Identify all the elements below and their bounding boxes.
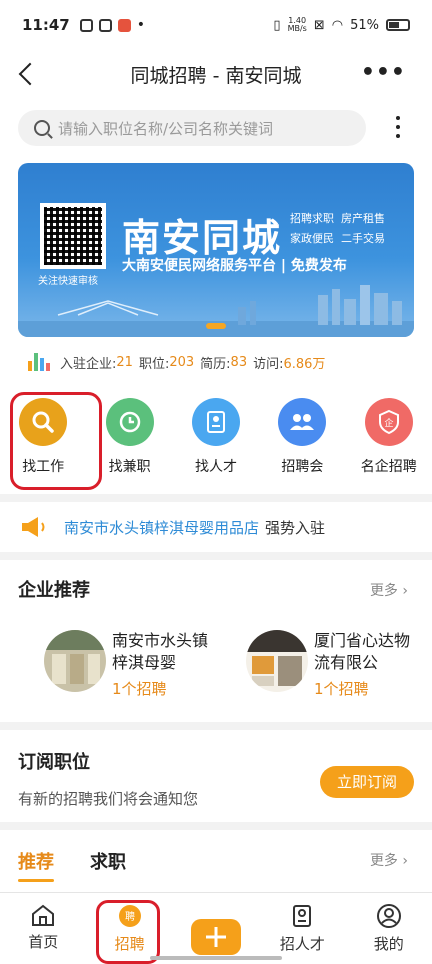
banner-subtitle: 大南安便民网络服务平台 | 免费发布: [122, 258, 347, 274]
sim-icon: ⊠: [313, 17, 325, 33]
bottom-nav: 首页 聘 招聘 招人才 我的: [0, 892, 432, 964]
talent-icon: [293, 905, 312, 927]
stat-companies-value: 21: [116, 354, 133, 370]
dot-icon: •: [136, 17, 146, 33]
nav-talent[interactable]: 招人才: [259, 893, 345, 964]
back-icon[interactable]: [16, 60, 40, 86]
subscribe-button[interactable]: 立即订阅: [320, 766, 414, 798]
chevron-right-icon: ›: [402, 853, 408, 869]
status-icons: •: [79, 17, 146, 33]
kebab-menu-icon[interactable]: [396, 116, 400, 138]
more-label: 更多: [369, 853, 398, 869]
status-bar: 11:47 • ▯ 1.40 MB/s ⊠ ◠ 51%: [0, 0, 432, 50]
notice-shop: 南安市水头镇梓淇母婴用品店: [64, 518, 260, 537]
page: 11:47 • ▯ 1.40 MB/s ⊠ ◠ 51% 同城招聘 - 南安同城 …: [0, 0, 432, 964]
wifi-icon: ◠: [331, 17, 344, 33]
plus-icon: [190, 919, 241, 955]
notice-tail: 强势入驻: [265, 518, 326, 537]
stat-resumes-label: 简历:: [200, 356, 231, 372]
home-icon: [32, 904, 55, 926]
chevron-right-icon: ›: [402, 583, 408, 599]
banner-tag: 招聘求职: [290, 212, 334, 225]
stat-jobs-label: 职位:: [138, 356, 170, 372]
banner-title: 南安同城: [122, 216, 283, 260]
stat-jobs-value: 203: [169, 354, 195, 370]
company-job-count: 1个招聘: [314, 680, 369, 698]
menu-find-talent[interactable]: 找人才: [173, 382, 259, 494]
status-right: ▯ 1.40 MB/s ⊠ ◠ 51%: [273, 17, 410, 33]
stats-bar: 入驻企业: 21 职位: 203 简历: 83 访问: 6.86万: [0, 342, 432, 382]
stat-visits-value: 6.86万: [283, 356, 326, 372]
nav-profile[interactable]: 我的: [346, 893, 432, 964]
profile-icon: [376, 904, 401, 928]
notification-icon: [79, 18, 93, 32]
app-badge-icon: [117, 18, 131, 32]
vibrate-icon: ▯: [273, 17, 281, 33]
company-logo: [246, 630, 308, 692]
subscribe-section: 订阅职位 有新的招聘我们将会通知您 立即订阅: [0, 730, 432, 822]
banner[interactable]: 关注快速审核 南安同城 招聘求职 房产租售 家政便民 二手交易 大南安便民网络服…: [18, 163, 414, 337]
stat-resumes-value: 83: [230, 354, 248, 370]
shield-icon: 企: [364, 398, 413, 446]
nav-label: 我的: [373, 935, 404, 953]
notice-bar[interactable]: 南安市水头镇梓淇母婴用品店 强势入驻: [0, 502, 432, 552]
company-recommend-section: 企业推荐 更多 › 南安市水头镇梓淇母婴 1个招聘 厦门省心达物流有限公 1个招…: [0, 560, 432, 722]
more-link[interactable]: 更多 ›: [370, 580, 408, 600]
battery-icon: [386, 19, 410, 31]
company-name: 厦门省心达物流有限公: [314, 631, 411, 672]
net-speed: 1.40 MB/s: [288, 17, 307, 33]
app-icon: [98, 18, 112, 32]
battery-percent: 51%: [350, 17, 379, 33]
more-label: 更多: [369, 583, 398, 599]
company-name: 南安市水头镇梓淇母婴: [112, 631, 209, 672]
subscribe-title: 订阅职位: [18, 752, 90, 773]
svg-text:企: 企: [384, 417, 393, 429]
content-tabs: 推荐 求职 更多 ›: [0, 830, 432, 892]
menu-label: 招聘会: [281, 459, 324, 475]
resume-icon: [191, 398, 240, 446]
search-row: 请输入职位名称/公司名称关键词: [0, 98, 432, 158]
home-indicator[interactable]: [150, 956, 282, 960]
header: 同城招聘 - 南安同城 •••: [0, 50, 432, 98]
qr-code-icon: [40, 203, 106, 269]
menu-label: 名企招聘: [360, 459, 417, 475]
tab-recommend[interactable]: 推荐: [18, 848, 54, 882]
status-time: 11:47: [22, 16, 70, 34]
search-placeholder: 请输入职位名称/公司名称关键词: [58, 119, 274, 138]
menu-label: 找兼职: [108, 459, 151, 475]
stat-visits-label: 访问:: [253, 356, 284, 372]
highlight-box-recruit: [96, 900, 160, 964]
highlight-box-find-job: [10, 392, 102, 490]
banner-tags: 招聘求职 房产租售 家政便民 二手交易: [290, 209, 400, 249]
more-link[interactable]: 更多 ›: [370, 850, 408, 870]
people-icon: [278, 398, 327, 446]
section-title: 企业推荐: [18, 580, 90, 601]
search-input[interactable]: 请输入职位名称/公司名称关键词: [18, 110, 366, 146]
banner-section: 关注快速审核 南安同城 招聘求职 房产租售 家政便民 二手交易 大南安便民网络服…: [0, 158, 432, 342]
carousel-indicator: [206, 323, 226, 329]
net-speed-unit: MB/s: [287, 24, 307, 33]
clock-icon: [105, 398, 154, 446]
banner-tag: 家政便民: [290, 232, 334, 245]
subscribe-desc: 有新的招聘我们将会通知您: [18, 790, 199, 808]
menu-job-fair[interactable]: 招聘会: [259, 382, 345, 494]
search-icon: [34, 120, 50, 136]
company-logo: [44, 630, 106, 692]
nav-label: 招人才: [279, 935, 325, 953]
megaphone-icon: [22, 517, 45, 537]
nav-post[interactable]: [173, 893, 259, 964]
nav-home[interactable]: 首页: [0, 893, 86, 964]
company-card[interactable]: 厦门省心达物流有限公 1个招聘: [246, 630, 410, 700]
stat-companies-label: 入驻企业:: [60, 356, 117, 372]
menu-famous-companies[interactable]: 企 名企招聘: [346, 382, 432, 494]
nav-label: 首页: [28, 933, 59, 951]
company-card[interactable]: 南安市水头镇梓淇母婴 1个招聘: [44, 630, 208, 700]
tab-job-seek[interactable]: 求职: [90, 848, 126, 874]
chart-icon: [28, 353, 50, 371]
banner-tag: 二手交易: [341, 232, 385, 245]
menu-label: 找人才: [194, 459, 237, 475]
banner-tag: 房产租售: [341, 212, 385, 225]
more-menu-icon[interactable]: •••: [361, 60, 406, 85]
company-job-count: 1个招聘: [112, 680, 167, 698]
